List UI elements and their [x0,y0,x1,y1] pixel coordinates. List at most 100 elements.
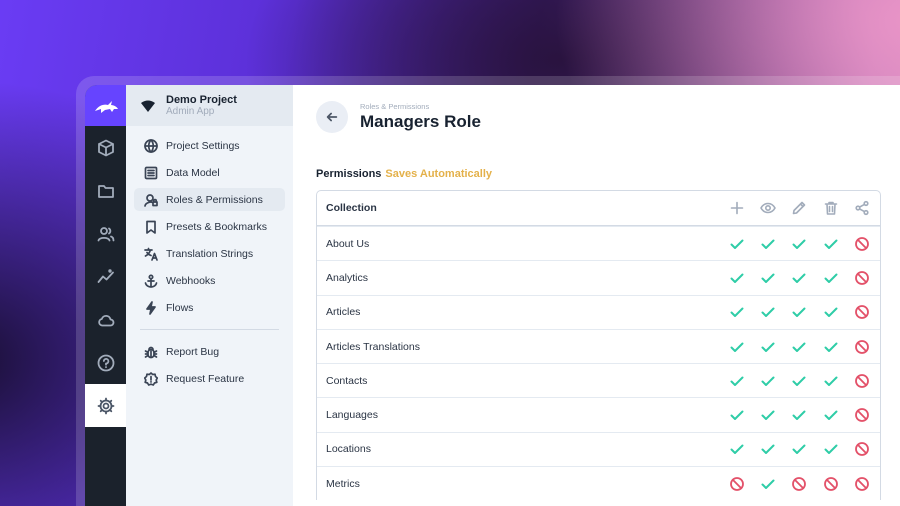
table-row: Contacts [317,363,880,397]
page-title: Managers Role [360,111,481,131]
add-icon [730,201,743,215]
permission-toggle[interactable] [752,476,783,492]
insights-icon [97,268,114,283]
block-icon [854,339,869,354]
permission-toggle[interactable] [815,407,846,423]
nav-item-translation-strings[interactable]: Translation Strings [134,242,285,265]
permission-toggle[interactable] [784,270,815,286]
module-help[interactable] [85,341,126,384]
module-gear[interactable] [85,384,126,427]
check-icon [761,376,775,386]
permission-toggle[interactable] [846,270,877,286]
permission-toggle[interactable] [784,339,815,355]
permission-toggle[interactable] [784,476,815,492]
permission-toggle[interactable] [846,476,877,492]
permission-toggle[interactable] [815,339,846,355]
page-header: Roles & Permissions Managers Role [293,85,900,149]
project-subtitle: Admin App [166,105,215,117]
permission-toggle[interactable] [721,304,752,320]
check-icon [761,479,775,489]
permission-toggle[interactable] [752,441,783,457]
permission-toggle[interactable] [752,339,783,355]
arrow-back-icon [326,112,338,122]
eye-column-header[interactable] [752,200,783,216]
project-name: Demo Project [166,93,237,106]
permission-toggle[interactable] [752,236,783,252]
anchor-icon [144,273,158,288]
main-content: Roles & Permissions Managers Role Permis… [293,85,900,506]
permission-toggle[interactable] [815,270,846,286]
permission-toggle[interactable] [815,441,846,457]
nav-item-presets-bookmarks[interactable]: Presets & Bookmarks [134,215,285,238]
permission-toggle[interactable] [846,373,877,389]
block-icon [854,373,869,388]
nav-item-label: Request Feature [166,372,245,385]
cube-icon [97,139,114,156]
add-column-header[interactable] [721,200,752,216]
bolt-icon [146,300,156,315]
permission-toggle[interactable] [752,407,783,423]
permission-toggle[interactable] [784,407,815,423]
permission-toggle[interactable] [752,373,783,389]
permission-toggle[interactable] [721,476,752,492]
permission-toggle[interactable] [784,304,815,320]
block-icon [792,476,807,491]
permission-toggle[interactable] [752,304,783,320]
edit-column-header[interactable] [784,200,815,216]
permission-toggle[interactable] [815,476,846,492]
nav-item-roles-permissions[interactable]: Roles & Permissions [134,188,285,211]
permission-toggle[interactable] [752,270,783,286]
permission-toggle[interactable] [815,373,846,389]
back-button[interactable] [316,101,348,133]
module-insights[interactable] [85,255,126,298]
permission-toggle[interactable] [721,270,752,286]
table-row: Articles [317,294,880,329]
nav-item-data-model[interactable]: Data Model [134,161,285,184]
bug-icon [144,346,158,358]
module-users[interactable] [85,212,126,255]
nav-divider [140,329,279,330]
permission-toggle[interactable] [846,407,877,423]
nav-item-label: Flows [166,301,194,314]
module-cloud[interactable] [85,298,126,341]
project-switcher[interactable]: Demo Project Admin App [126,85,293,126]
permission-toggle[interactable] [721,441,752,457]
table-row: Locations [317,431,880,466]
permission-toggle[interactable] [784,236,815,252]
new-release-icon [144,371,158,386]
check-icon [824,444,838,455]
trash-column-header[interactable] [815,200,846,216]
nav-item-project-settings[interactable]: Project Settings [134,134,285,157]
permission-toggle[interactable] [846,304,877,320]
permission-toggle[interactable] [815,236,846,252]
check-icon [792,273,806,283]
nav-item-request-feature[interactable]: Request Feature [134,367,285,390]
check-icon [761,239,775,249]
permission-toggle[interactable] [846,441,877,457]
permission-toggle[interactable] [815,304,846,320]
navigation-panel: Demo Project Admin App Project Settings D… [126,85,293,506]
permission-toggle[interactable] [721,339,752,355]
check-icon [730,273,744,283]
permission-toggle[interactable] [784,441,815,457]
nav-item-flows[interactable]: Flows [134,296,285,319]
module-cube[interactable] [85,126,126,169]
nav-item-report-bug[interactable]: Report Bug [134,340,285,363]
module-folder[interactable] [85,169,126,212]
check-icon [792,239,806,249]
app-logo[interactable] [85,85,126,126]
wifi-icon [141,100,155,112]
nav-item-label: Report Bug [166,345,220,358]
permission-toggle[interactable] [784,373,815,389]
permission-toggle[interactable] [721,236,752,252]
permission-toggle[interactable] [846,339,877,355]
share-column-header[interactable] [846,200,877,216]
permission-toggle[interactable] [721,407,752,423]
nav-item-webhooks[interactable]: Webhooks [134,269,285,292]
permissions-label: Permissions Saves Automatically [316,168,492,180]
permission-toggle[interactable] [721,373,752,389]
permissions-title: Permissions [316,168,382,180]
check-icon [761,273,775,283]
breadcrumb[interactable]: Roles & Permissions [360,102,481,111]
permission-toggle[interactable] [846,236,877,252]
